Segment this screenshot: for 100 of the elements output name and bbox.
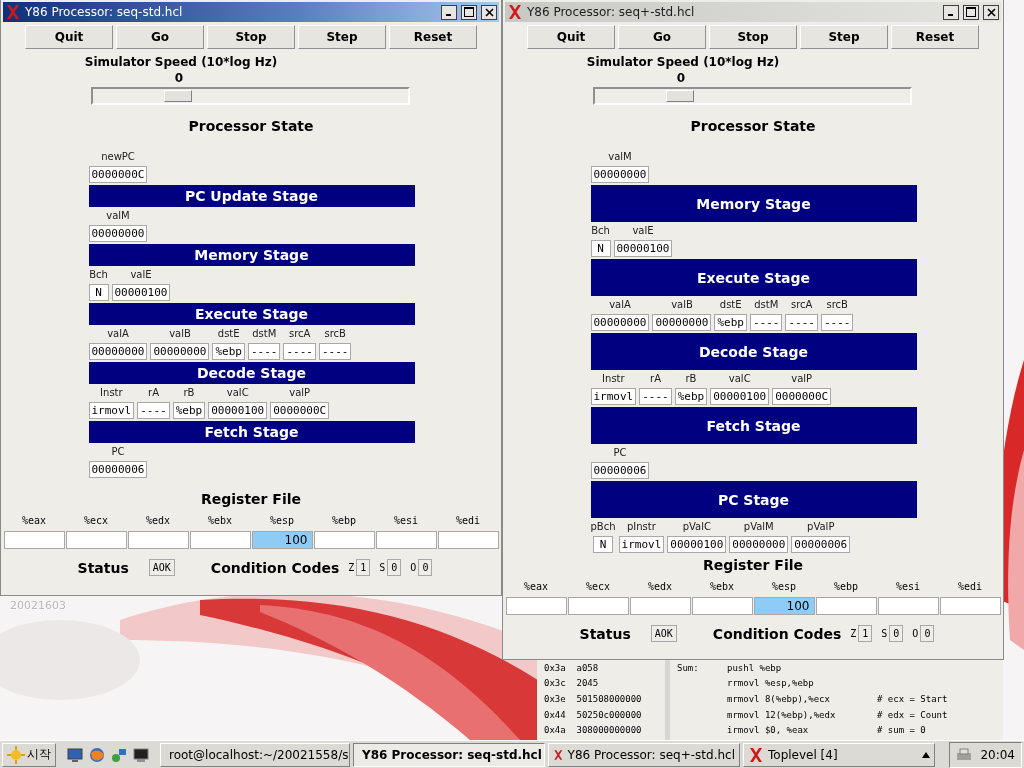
code-comment: # sum = 0	[877, 725, 926, 736]
value-field: 00000100	[613, 240, 673, 257]
stage-bar: Fetch Stage	[590, 407, 917, 444]
field-label: dstM	[754, 299, 779, 311]
register-field: 100	[251, 531, 313, 549]
stage-bar: Fetch Stage	[88, 421, 415, 443]
flag-name: Z	[850, 628, 857, 639]
value-field: 00000000	[150, 343, 210, 360]
maximize-button[interactable]	[963, 4, 979, 20]
speed-label: Simulator Speed (10*log Hz)	[586, 55, 780, 69]
globe-icon[interactable]	[89, 746, 105, 763]
field-label: dstE	[719, 299, 742, 311]
close-button[interactable]	[983, 4, 999, 20]
field-label: srcA	[791, 299, 813, 311]
register-name: %esp	[268, 515, 296, 526]
toolbar-button[interactable]: Quit	[527, 25, 615, 49]
code-line: 0x3a a058	[544, 661, 600, 675]
terminal-icon[interactable]	[133, 746, 149, 763]
value-field: ----	[318, 343, 352, 360]
field-label: dstM	[252, 328, 277, 340]
value-field: ----	[283, 343, 316, 360]
field-label: valA	[609, 299, 631, 311]
x-logo-icon	[748, 746, 764, 763]
register-name: %ebp	[832, 581, 860, 592]
value-field: 0000000C	[772, 388, 832, 405]
value-field: 0000000C	[88, 166, 148, 183]
condition-codes-label: Condition Codes	[210, 559, 340, 576]
network-icon[interactable]	[111, 746, 127, 763]
value-field: %ebp	[674, 388, 708, 405]
field-label: valP	[289, 387, 311, 399]
maximize-button[interactable]	[461, 4, 477, 20]
status-label: Status	[77, 559, 129, 576]
value-field: irmovl	[618, 536, 665, 553]
close-icon	[986, 7, 996, 17]
taskbar-task[interactable]: Toplevel [4]	[743, 742, 935, 767]
field-label: Bch	[89, 269, 108, 281]
stage-bar: Memory Stage	[590, 185, 917, 222]
minimize-button[interactable]	[441, 4, 457, 20]
register-name: %ecx	[584, 581, 612, 592]
register-name: %esp	[770, 581, 798, 592]
register-name: %edx	[646, 581, 674, 592]
status-field: AOK	[650, 625, 677, 642]
minimize-button[interactable]	[943, 4, 959, 20]
clock: 20:04	[980, 747, 1015, 762]
value-field: 00000100	[111, 284, 171, 301]
start-button[interactable]: 시작	[2, 742, 56, 767]
value-field: 00000000	[652, 314, 712, 331]
value-field: ----	[785, 314, 818, 331]
code-line: mrmovl 12(%ebp),%edx	[727, 709, 837, 720]
stage-bar: Decode Stage	[88, 362, 415, 384]
sun-icon	[7, 745, 25, 764]
value-field: ----	[820, 314, 854, 331]
field-label: pValP	[807, 521, 835, 533]
toolbar-button[interactable]: Go	[618, 25, 706, 49]
value-field: 00000000	[729, 536, 789, 553]
register-name: %ecx	[82, 515, 110, 526]
stage-bar: Decode Stage	[590, 333, 917, 370]
register-name: %edi	[454, 515, 482, 526]
field-label: srcA	[289, 328, 311, 340]
toolbar-button[interactable]: Reset	[891, 25, 979, 49]
code-line: irmovl $0, %eax	[727, 725, 810, 736]
code-label: Sum:	[677, 662, 700, 673]
field-label: Bch	[591, 225, 610, 237]
toolbar-button[interactable]: Step	[298, 25, 386, 49]
value-field: ----	[639, 388, 672, 405]
value-field: 00000000	[590, 314, 650, 331]
toolbar-button[interactable]: Go	[116, 25, 204, 49]
flag-field: 1	[858, 625, 873, 642]
toolbar-button[interactable]: Step	[800, 25, 888, 49]
flag-field: 0	[387, 559, 402, 576]
field-label: PC	[613, 447, 627, 459]
monitor-icon[interactable]	[67, 746, 83, 763]
taskbar-task[interactable]: Y86 Processor: seq-std.hcl	[353, 742, 545, 767]
field-label: pBch	[590, 521, 616, 533]
speed-slider[interactable]	[90, 87, 410, 105]
taskbar-task[interactable]: Y86 Processor: seq+-std.hcl	[548, 742, 740, 767]
taskbar-task[interactable]: root@localhost:~/20021558/s	[160, 742, 350, 767]
toolbar-button[interactable]: Stop	[207, 25, 295, 49]
field-label: valE	[632, 225, 654, 237]
section-title: Register File	[702, 557, 804, 573]
value-field: 00000000	[88, 343, 148, 360]
slider-thumb[interactable]	[666, 90, 695, 102]
value-field: 00000100	[667, 536, 727, 553]
close-button[interactable]	[481, 4, 497, 20]
toolbar-button[interactable]: Quit	[25, 25, 113, 49]
x-logo-icon	[5, 4, 21, 20]
stage-bar: Execute Stage	[590, 259, 917, 296]
flag-field: 1	[356, 559, 371, 576]
code-line: 0x3c 2045	[544, 677, 600, 691]
slider-thumb[interactable]	[164, 90, 193, 102]
status-label: Status	[579, 625, 631, 642]
value-field: N	[593, 536, 613, 553]
toolbar-button[interactable]: Stop	[709, 25, 797, 49]
field-label: PC	[111, 446, 125, 458]
toolbar-button[interactable]: Reset	[389, 25, 477, 49]
value-field: 00000006	[791, 536, 851, 553]
register-name: %ebx	[708, 581, 736, 592]
maximize-icon	[464, 7, 474, 17]
value-field: N	[88, 284, 109, 301]
speed-slider[interactable]	[592, 87, 912, 105]
